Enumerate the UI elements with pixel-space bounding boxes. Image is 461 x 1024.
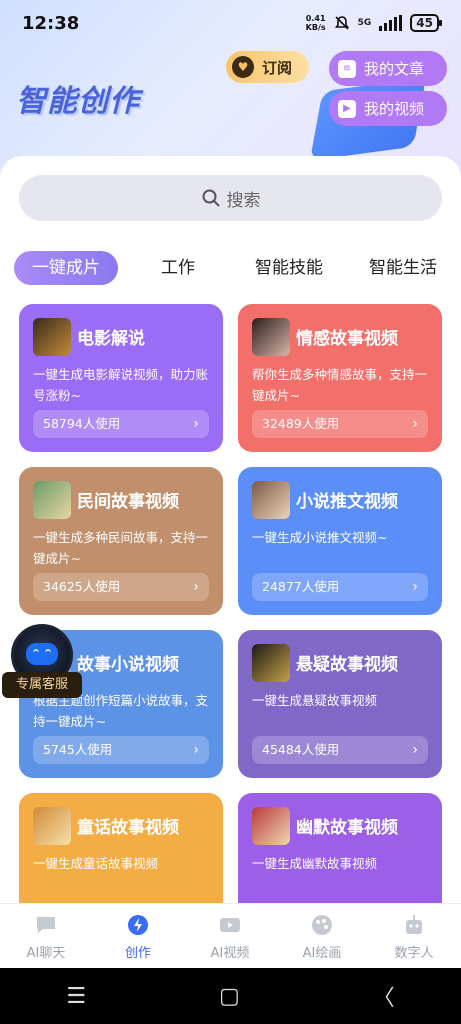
robot-icon	[406, 915, 422, 934]
card-description: 帮你生成多种情感故事，支持一键成片~	[252, 367, 428, 403]
card-thumbnail	[252, 644, 290, 682]
card-description: 一键生成小说推文视频~	[252, 530, 388, 545]
nav-label: AI视频	[210, 946, 250, 961]
chevron-right-icon: ›	[193, 742, 199, 758]
my-videos-button[interactable]: ▶ 我的视频	[329, 91, 447, 126]
card-emotion-story[interactable]: 情感故事视频 帮你生成多种情感故事，支持一键成片~ 32489人使用 ›	[238, 304, 442, 452]
net-speed: 0.41 KB/s	[306, 14, 326, 32]
card-usage[interactable]: 58794人使用 ›	[33, 410, 209, 438]
palette-icon	[312, 915, 332, 935]
tab-smart-skills[interactable]: 智能技能	[244, 251, 334, 285]
search-bar[interactable]: 搜索	[19, 175, 442, 221]
card-title: 故事小说视频	[77, 655, 179, 675]
card-fairy-tale[interactable]: 童话故事视频 一键生成童话故事视频	[19, 793, 223, 903]
usage-count: 58794人使用	[43, 416, 121, 431]
category-tabs: 一键成片 工作 智能技能 智能生活	[14, 251, 454, 287]
status-bar: 12:38 0.41 KB/s 5G 45	[0, 0, 461, 46]
search-icon	[202, 189, 220, 207]
card-folk-story[interactable]: 民间故事视频 一键生成多种民间故事，支持一键成片~ 34625人使用 ›	[19, 467, 223, 615]
card-usage[interactable]: 34625人使用 ›	[33, 573, 209, 601]
nav-digital-human[interactable]: 数字人	[368, 914, 460, 961]
usage-count: 45484人使用	[262, 742, 340, 757]
nav-label: 数字人	[394, 946, 434, 961]
card-title: 悬疑故事视频	[296, 655, 398, 675]
card-usage[interactable]: 5745人使用 ›	[33, 736, 209, 764]
card-thumbnail	[33, 481, 71, 519]
card-description: 一键生成多种民间故事，支持一键成片~	[33, 530, 209, 566]
tab-smart-life[interactable]: 智能生活	[358, 251, 448, 285]
customer-service-float[interactable]: 专属客服	[2, 624, 84, 700]
card-thumbnail	[33, 318, 71, 356]
chevron-right-icon: ›	[412, 416, 418, 432]
card-usage[interactable]: 32489人使用 ›	[252, 410, 428, 438]
card-description: 一键生成电影解说视频，助力账号涨粉~	[33, 367, 209, 403]
card-title: 幽默故事视频	[296, 818, 398, 838]
vip-heart-icon: ♥	[232, 56, 254, 78]
card-title: 电影解说	[77, 329, 145, 349]
recent-apps-icon[interactable]: ☰	[66, 984, 86, 1009]
card-thumbnail	[252, 807, 290, 845]
customer-service-label: 专属客服	[2, 672, 82, 698]
system-nav-bar: ☰ ▢ 〈	[0, 968, 461, 1024]
network-type: 5G	[357, 18, 372, 28]
card-title: 童话故事视频	[77, 818, 179, 838]
net-speed-value: 0.41	[305, 14, 326, 23]
usage-count: 5745人使用	[43, 742, 113, 757]
card-novel-promo[interactable]: 小说推文视频 一键生成小说推文视频~ 24877人使用 ›	[238, 467, 442, 615]
bottom-nav: AI聊天 创作 AI视频 AI绘画 数字人	[0, 903, 461, 968]
card-usage[interactable]: 24877人使用 ›	[252, 573, 428, 601]
tab-work[interactable]: 工作	[148, 251, 208, 285]
signal-icon	[379, 15, 403, 31]
card-description: 一键生成幽默故事视频	[252, 856, 378, 871]
status-time: 12:38	[22, 12, 80, 34]
card-thumbnail	[252, 481, 290, 519]
card-description: 一键生成童话故事视频	[33, 856, 159, 871]
nav-ai-video[interactable]: AI视频	[184, 914, 276, 961]
card-title: 民间故事视频	[77, 492, 179, 512]
subscribe-label: 订阅	[262, 58, 293, 77]
nav-label: 创作	[124, 946, 151, 961]
my-articles-label: 我的文章	[364, 60, 425, 78]
search-label: 搜索	[226, 190, 261, 211]
chevron-right-icon: ›	[193, 416, 199, 432]
battery-icon: 45	[410, 14, 442, 32]
battery-level: 45	[416, 16, 433, 30]
chevron-right-icon: ›	[412, 579, 418, 595]
chat-bubble-icon	[37, 917, 55, 933]
brand-title: 智能创作	[16, 84, 140, 119]
card-movie-commentary[interactable]: 电影解说 一键生成电影解说视频，助力账号涨粉~ 58794人使用 ›	[19, 304, 223, 452]
tab-one-click[interactable]: 一键成片	[14, 251, 118, 285]
card-thumbnail	[252, 318, 290, 356]
video-icon	[220, 918, 240, 932]
nav-ai-chat[interactable]: AI聊天	[0, 914, 92, 961]
nav-label: AI绘画	[302, 946, 342, 961]
card-humor-story[interactable]: 幽默故事视频 一键生成幽默故事视频	[238, 793, 442, 903]
chevron-right-icon: ›	[412, 742, 418, 758]
card-usage[interactable]: 45484人使用 ›	[252, 736, 428, 764]
chevron-right-icon: ›	[193, 579, 199, 595]
usage-count: 34625人使用	[43, 579, 121, 594]
card-suspense-story[interactable]: 悬疑故事视频 一键生成悬疑故事视频 45484人使用 ›	[238, 630, 442, 778]
net-speed-unit: KB/s	[305, 23, 326, 32]
bell-muted-icon	[334, 16, 349, 30]
status-icons: 0.41 KB/s 5G 45	[306, 14, 442, 32]
nav-ai-painting[interactable]: AI绘画	[276, 914, 368, 961]
my-articles-button[interactable]: ≡ 我的文章	[329, 51, 447, 86]
play-icon: ▶	[338, 99, 356, 118]
card-description: 一键生成悬疑故事视频	[252, 693, 378, 708]
my-videos-label: 我的视频	[364, 100, 425, 118]
nav-create[interactable]: 创作	[92, 914, 184, 961]
card-title: 情感故事视频	[296, 329, 398, 349]
lightning-icon	[128, 915, 148, 935]
nav-label: AI聊天	[26, 946, 66, 961]
article-icon: ≡	[338, 59, 356, 78]
home-icon[interactable]: ▢	[219, 984, 240, 1009]
back-icon[interactable]: 〈	[373, 980, 395, 1012]
usage-count: 24877人使用	[262, 579, 340, 594]
card-thumbnail	[33, 807, 71, 845]
usage-count: 32489人使用	[262, 416, 340, 431]
subscribe-button[interactable]: ♥ 订阅	[226, 51, 309, 83]
card-title: 小说推文视频	[296, 492, 398, 512]
